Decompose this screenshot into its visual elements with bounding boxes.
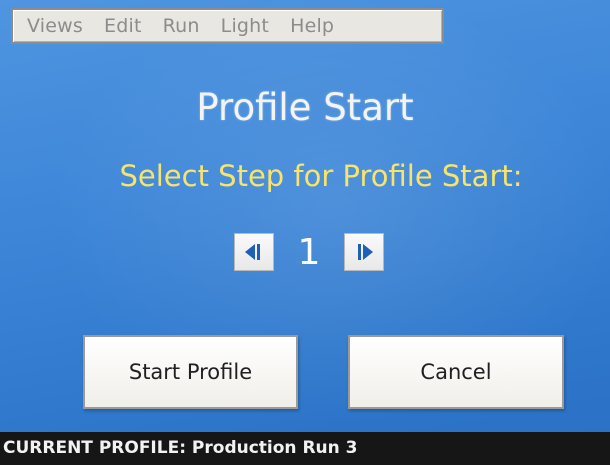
start-profile-button[interactable]: Start Profile <box>83 335 298 409</box>
step-selector: 1 <box>0 230 610 274</box>
step-forward-icon <box>358 244 373 260</box>
menu-views[interactable]: Views <box>27 15 83 37</box>
step-prompt: Select Step for Profile Start: <box>119 159 523 193</box>
step-back-icon <box>245 244 260 260</box>
menu-edit[interactable]: Edit <box>104 15 142 37</box>
menu-help[interactable]: Help <box>290 15 334 37</box>
current-profile-status: CURRENT PROFILE: Production Run 3 <box>0 432 610 465</box>
step-value: 1 <box>297 231 321 273</box>
menu-light[interactable]: Light <box>221 15 269 37</box>
menu-run[interactable]: Run <box>163 15 200 37</box>
cancel-button[interactable]: Cancel <box>348 335 564 409</box>
page-title: Profile Start <box>196 86 414 129</box>
menu-bar: Views Edit Run Light Help <box>11 8 444 44</box>
profile-start-screen: Views Edit Run Light Help Profile Start … <box>0 0 610 465</box>
step-decrement-button[interactable] <box>234 233 274 271</box>
step-increment-button[interactable] <box>344 233 384 271</box>
